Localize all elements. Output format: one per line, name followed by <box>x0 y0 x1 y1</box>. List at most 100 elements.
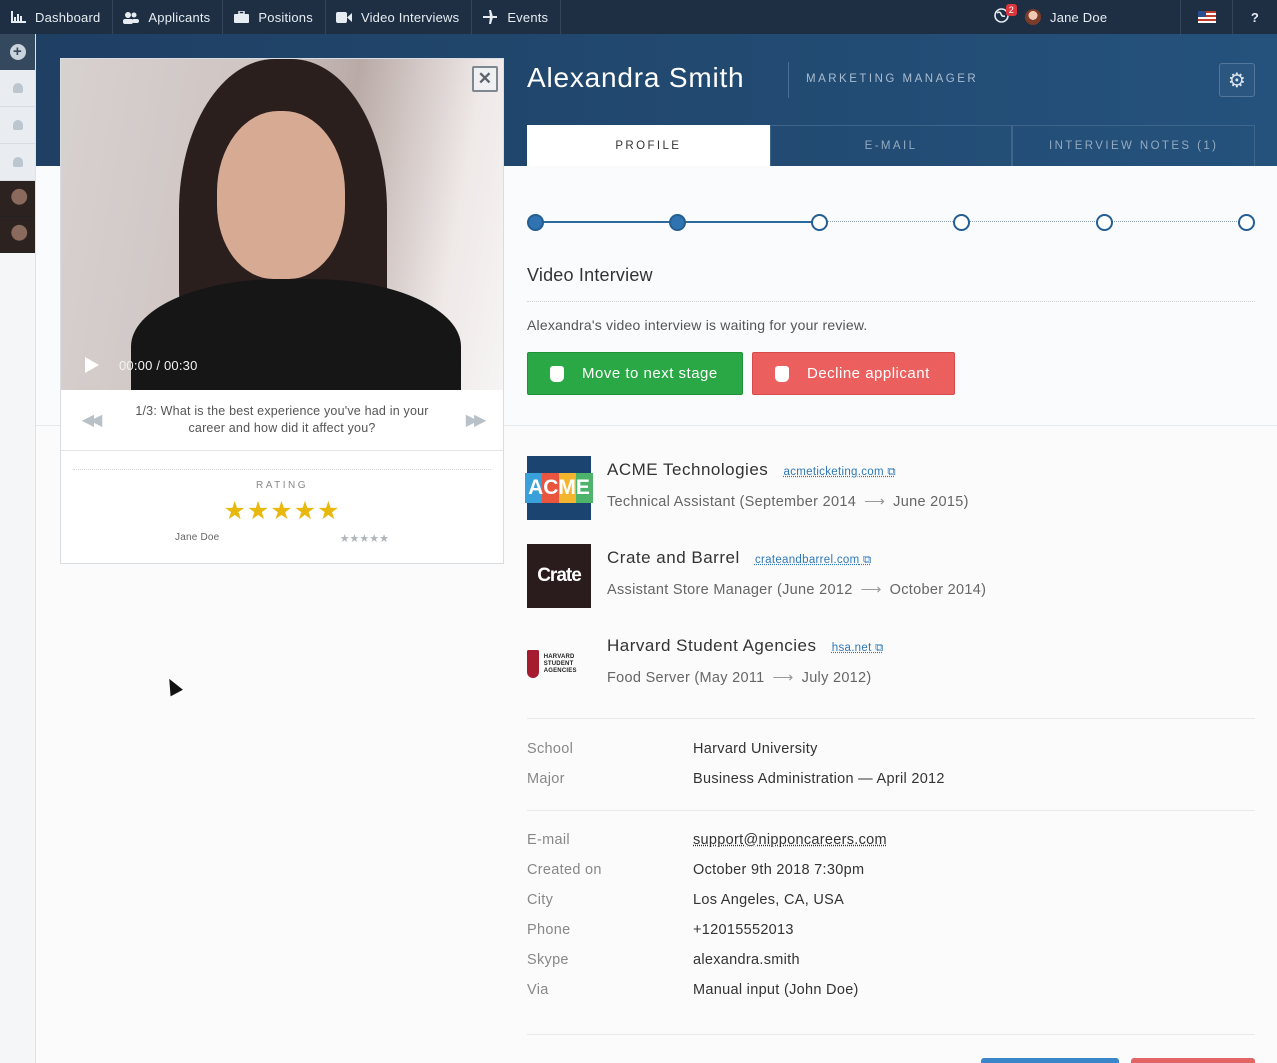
applicant-rail: + <box>0 34 36 1063</box>
acme-logo: ACME <box>525 456 593 520</box>
top-navigation: Dashboard Applicants Positions Video Int… <box>0 0 1277 34</box>
nav-positions[interactable]: Positions <box>223 0 326 34</box>
rail-applicant-slot[interactable] <box>0 107 35 144</box>
stage-dot[interactable] <box>1096 214 1113 231</box>
job-position: Technical Assistant (September 2014 ⟶ June… <box>607 494 969 510</box>
person-icon <box>12 83 23 93</box>
job-entry: ACME ACME Technologies acmeticketing.com… <box>525 456 1255 520</box>
video-panel: 00:00 / 00:30 ✕ ◀◀ 1/3: What is the best… <box>60 58 504 564</box>
footer-primary-button[interactable] <box>981 1058 1119 1063</box>
shield-icon <box>527 650 539 678</box>
move-to-next-stage-label: Move to next stage <box>582 365 718 382</box>
plane-icon <box>482 10 498 24</box>
person-icon <box>12 157 23 167</box>
thumbs-down-icon <box>775 365 789 382</box>
video-player[interactable]: 00:00 / 00:30 <box>61 59 503 390</box>
close-video-button[interactable]: ✕ <box>472 66 498 92</box>
field-value: +12015552013 <box>693 922 794 938</box>
stage-dot[interactable] <box>669 214 686 231</box>
education-row: Major Business Administration — April 20… <box>527 771 1255 791</box>
plus-icon: + <box>9 44 26 60</box>
question-text: 1/3: What is the best experience you've … <box>135 404 429 435</box>
next-question-icon[interactable]: ▶▶ <box>445 410 503 430</box>
detail-row: E-mail support@nipponcareers.com <box>527 832 1255 852</box>
field-label: E-mail <box>527 832 570 848</box>
job-entry: Crate Crate and Barrel crateandbarrel.co… <box>527 544 1255 608</box>
company-link[interactable]: crateandbarrel.com ⧉ <box>755 554 872 566</box>
company-name: Crate and Barrel <box>607 548 740 567</box>
field-value: October 9th 2018 7:30pm <box>693 862 865 878</box>
field-label: Via <box>527 982 549 998</box>
nav-right: 2 Jane Doe ? <box>981 0 1277 34</box>
stage-dot[interactable] <box>527 214 544 231</box>
decline-applicant-button[interactable]: Decline applicant <box>752 352 955 395</box>
language-selector[interactable] <box>1181 0 1233 34</box>
section-divider <box>527 810 1255 811</box>
nav-events[interactable]: Events <box>472 0 562 34</box>
nav-applicants-label: Applicants <box>148 9 211 25</box>
rating-section: RATING ★★★★★ Jane Doe ★★★★★ <box>73 461 491 545</box>
add-applicant-button[interactable]: + <box>0 34 35 70</box>
candidate-name: Alexandra Smith <box>527 62 745 93</box>
question-bar: ◀◀ 1/3: What is the best experience you'… <box>61 390 503 451</box>
stage-dot[interactable] <box>1238 214 1255 231</box>
rail-applicant-thumbnail[interactable] <box>0 217 35 253</box>
detail-row: Via Manual input (John Doe) <box>527 982 1255 1002</box>
settings-button[interactable]: ⚙ <box>1219 63 1255 97</box>
company-row: Crate and Barrel crateandbarrel.com ⧉ <box>607 548 871 568</box>
stage-description: Alexandra's video interview is waiting f… <box>527 317 868 333</box>
video-camera-icon <box>335 10 352 24</box>
field-label: City <box>527 892 554 908</box>
tab-profile[interactable]: PROFILE <box>527 125 770 166</box>
nav-positions-label: Positions <box>258 9 313 25</box>
progress-line-pending <box>820 221 1247 222</box>
company-link[interactable]: hsa.net ⧉ <box>832 642 884 654</box>
detail-row: Skype alexandra.smith <box>527 952 1255 972</box>
help-button[interactable]: ? <box>1233 0 1277 34</box>
rating-label: RATING <box>73 469 491 491</box>
users-icon <box>123 10 140 24</box>
nav-dashboard[interactable]: Dashboard <box>0 0 114 34</box>
tab-email[interactable]: E-MAIL <box>769 125 1013 166</box>
rating-stars[interactable]: ★★★★★ <box>73 496 491 526</box>
previous-question-icon[interactable]: ◀◀ <box>61 410 119 430</box>
crate-logo: Crate <box>527 544 591 608</box>
rail-applicant-slot[interactable] <box>0 144 35 181</box>
rater-row: Jane Doe ★★★★★ <box>73 532 491 545</box>
company-row: ACME Technologies acmeticketing.com ⧉ <box>607 460 896 480</box>
stage-dot[interactable] <box>811 214 828 231</box>
user-name: Jane Doe <box>1050 9 1108 25</box>
stage-dot[interactable] <box>953 214 970 231</box>
notification-badge: 2 <box>1005 4 1017 16</box>
job-position: Assistant Store Manager (June 2012 ⟶ Octob… <box>607 582 987 598</box>
section-divider <box>527 301 1255 302</box>
email-link[interactable]: support@nipponcareers.com <box>693 832 887 848</box>
stage-title: Video Interview <box>527 265 653 285</box>
stage-progress <box>527 213 1255 231</box>
user-menu[interactable]: Jane Doe <box>1021 0 1181 34</box>
thumbs-up-icon <box>550 365 564 382</box>
move-to-next-stage-button[interactable]: Move to next stage <box>527 352 743 395</box>
rail-applicant-thumbnail[interactable] <box>0 181 35 217</box>
harvard-logo: HARVARD STUDENT AGENCIES <box>527 632 591 696</box>
video-controls: 00:00 / 00:30 <box>61 340 503 390</box>
company-link[interactable]: acmeticketing.com ⧉ <box>784 466 896 478</box>
detail-row: City Los Angeles, CA, USA <box>527 892 1255 912</box>
rail-applicant-slot[interactable] <box>0 70 35 107</box>
footer-danger-button[interactable] <box>1131 1058 1255 1063</box>
gear-icon: ⚙ <box>1227 69 1247 92</box>
field-value: Los Angeles, CA, USA <box>693 892 845 908</box>
field-label: School <box>527 741 574 757</box>
company-row: Harvard Student Agencies hsa.net ⧉ <box>607 636 884 656</box>
tab-interview-notes[interactable]: INTERVIEW NOTES (1) <box>1012 125 1256 166</box>
play-icon[interactable] <box>85 357 99 373</box>
field-value: alexandra.smith <box>693 952 800 968</box>
nav-video-interviews[interactable]: Video Interviews <box>326 0 473 34</box>
chart-icon <box>10 10 26 24</box>
nav-applicants[interactable]: Applicants <box>113 0 224 34</box>
detail-row: Phone +12015552013 <box>527 922 1255 942</box>
header-divider <box>788 62 789 98</box>
notifications-button[interactable]: 2 <box>981 0 1021 34</box>
education-row: School Harvard University <box>527 741 1255 761</box>
company-name: ACME Technologies <box>607 460 769 479</box>
